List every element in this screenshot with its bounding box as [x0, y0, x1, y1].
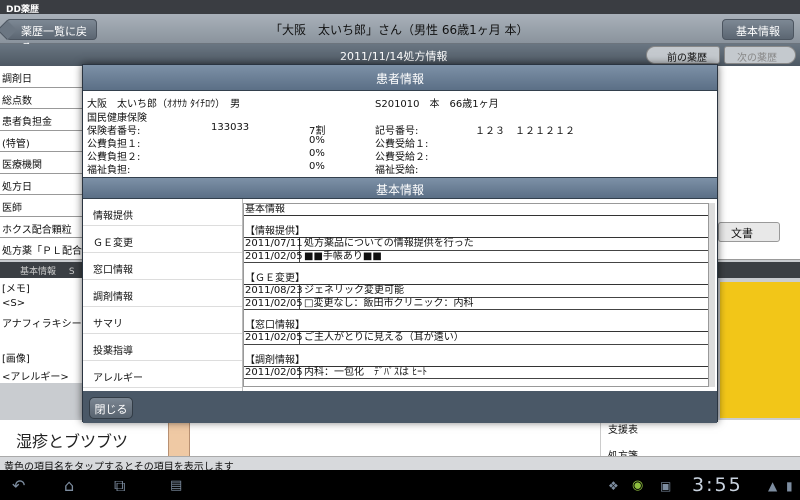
- bg-tab-s[interactable]: S: [69, 267, 75, 277]
- table-row: 2011/02/05 ■■手帳あり■■: [244, 250, 708, 263]
- basic-info-panel: 情報提供 ＧＥ変更 窓口情報 調剤情報 サマリ 投薬指導 アレルギー 基本情報 …: [83, 199, 717, 391]
- bg-row: (特管): [0, 130, 84, 152]
- public1-pct: 0%: [309, 135, 325, 146]
- background-field-list: 調剤日 総点数 患者負担金 (特管) 医療機関 処方日 医師 ホクス配合顆粒 処…: [0, 66, 84, 260]
- table-row: 2011/08/23 ジェネリック変更可能: [244, 285, 708, 298]
- battery-icon: ▮: [786, 479, 793, 493]
- recent-apps-icon[interactable]: ⧉: [114, 476, 125, 496]
- rash-note: 湿疹とブツブツ: [16, 432, 129, 451]
- back-icon[interactable]: ↶: [12, 476, 25, 495]
- welfare-recv: 福祉受給:: [375, 165, 419, 176]
- shopping-bag-icon: ▣: [660, 479, 672, 493]
- row-date: 2011/02/05: [245, 366, 303, 378]
- bg-row: 総点数: [0, 87, 84, 109]
- welfare-pct: 0%: [309, 161, 325, 172]
- row-date: 2011/02/05: [245, 332, 303, 344]
- usb-icon: ❖: [608, 479, 619, 493]
- table-row: 2011/07/11 処方薬品についての情報提供を行った: [244, 238, 708, 251]
- patient-info-dialog: 患者情報 大阪 太いち郎（ｵｵｻｶ ﾀｲﾁﾛｳ） 男 S201010 本 66歳…: [82, 64, 718, 423]
- symbol-value: １２３ １２１２１２: [475, 126, 575, 137]
- public2-pct: 0%: [309, 148, 325, 159]
- table-row: 2011/02/05 □変更なし：飯田市クリニック：内科: [244, 297, 708, 310]
- dialog-title: 患者情報: [83, 65, 717, 91]
- yellow-panel: [720, 282, 800, 418]
- patient-name: 大阪 太いち郎（ｵｵｻｶ ﾀｲﾁﾛｳ） 男: [87, 99, 241, 110]
- next-history-button[interactable]: 次の薬歴: [724, 46, 796, 64]
- previous-history-button[interactable]: 前の薬歴: [646, 46, 720, 64]
- prescription-subbar: 2011/11/14処方情報 前の薬歴 次の薬歴: [0, 44, 800, 66]
- category-dispensing-info[interactable]: 調剤情報: [83, 280, 242, 307]
- document-button[interactable]: 文書: [718, 222, 780, 242]
- bg-tab-basic[interactable]: 基本情報: [20, 267, 56, 277]
- clock: 3:55: [692, 474, 743, 496]
- row-text: 処方薬品についての情報提供を行った: [304, 238, 474, 249]
- category-counter-info[interactable]: 窓口情報: [83, 253, 242, 280]
- right-panel-item[interactable]: 支援表: [608, 421, 638, 436]
- bg-row: 医師: [0, 195, 84, 217]
- system-bar: ↶ ⌂ ⧉ ▤ ❖ ◉ ▣ 3:55 ▲ ▮: [0, 470, 800, 500]
- patient-id-info: S201010 本 66歳1ヶ月: [375, 99, 499, 110]
- background-memo-list: [メモ] <S> アナフィラキシー [画像] <アレルギー>: [0, 278, 84, 383]
- prescription-date-title: 2011/11/14処方情報: [340, 50, 448, 63]
- basic-info-document[interactable]: 基本情報 【情報提供】 2011/07/11 処方薬品についての情報提供を行った…: [243, 203, 709, 387]
- basic-info-section-title: 基本情報: [83, 177, 717, 199]
- list-item: [0, 331, 84, 349]
- status-bar: DD薬歴: [0, 0, 800, 15]
- bg-row: 患者負担金: [0, 109, 84, 131]
- category-info-provision[interactable]: 情報提供: [83, 199, 242, 226]
- table-row: 2011/02/05 ご主人がとりに見える（耳が遠い）: [244, 332, 708, 345]
- patient-title: 「大阪 太いち郎」さん（男性 66歳1ヶ月 本）: [270, 23, 529, 37]
- navigation-bar: 薬歴一覧に戻る 「大阪 太いち郎」さん（男性 66歳1ヶ月 本） 基本情報: [0, 14, 800, 54]
- patient-details: 大阪 太いち郎（ｵｵｻｶ ﾀｲﾁﾛｳ） 男 S201010 本 66歳1ヶ月 国…: [83, 91, 717, 177]
- basic-info-button[interactable]: 基本情報: [722, 19, 794, 40]
- close-button[interactable]: 閉じる: [89, 397, 133, 419]
- back-to-history-list-button[interactable]: 薬歴一覧に戻る: [6, 19, 97, 54]
- list-item: [メモ]: [2, 284, 30, 295]
- insurer-number: 133033: [211, 122, 250, 133]
- document-scrollbar[interactable]: [709, 203, 715, 387]
- row-date: 2011/02/05: [245, 250, 303, 262]
- row-text: 内科：一包化 ﾃﾞﾊﾟｽは ﾋｰﾄ: [304, 366, 428, 378]
- row-date: 2011/08/23: [245, 285, 303, 297]
- bg-row: ホクス配合顆粒: [0, 216, 84, 238]
- list-item: <S>: [2, 297, 26, 309]
- category-summary[interactable]: サマリ: [83, 307, 242, 334]
- table-row: 2011/02/05 内科：一包化 ﾃﾞﾊﾟｽは ﾋｰﾄ: [244, 366, 708, 379]
- dialog-footer: 閉じる: [83, 393, 717, 423]
- bg-row: 医療機関: [0, 152, 84, 174]
- row-text: □変更なし：飯田市クリニック：内科: [304, 297, 474, 309]
- doc-section-title: 【情報提供】: [244, 226, 708, 238]
- row-text: ジェネリック変更可能: [304, 285, 404, 296]
- category-allergy[interactable]: アレルギー: [83, 361, 242, 388]
- welfare-label: 福祉負担:: [87, 165, 131, 176]
- home-icon[interactable]: ⌂: [64, 476, 74, 495]
- list-item: <アレルギー>: [2, 371, 69, 383]
- bg-row: 処方薬「ＰＬ配合: [0, 238, 84, 260]
- doc-section-title: 【ＧＥ変更】: [244, 273, 708, 285]
- background-tab-bar-right: [716, 262, 800, 278]
- row-text: ご主人がとりに見える（耳が遠い）: [304, 332, 464, 343]
- android-icon: ◉: [632, 478, 644, 493]
- menu-icon[interactable]: ▤: [170, 478, 182, 493]
- hint-text: 黄色の項目名をタップするとその項目を表示します: [0, 456, 800, 473]
- doc-section-title: 【調剤情報】: [244, 355, 708, 367]
- doc-section-title: 【窓口情報】: [244, 320, 708, 332]
- list-item: [画像]: [2, 354, 30, 365]
- category-medication-guidance[interactable]: 投薬指導: [83, 334, 242, 361]
- info-category-list: 情報提供 ＧＥ変更 窓口情報 調剤情報 サマリ 投薬指導 アレルギー: [83, 199, 243, 391]
- row-date: 2011/07/11: [245, 238, 303, 250]
- row-text: ■■手帳あり■■: [304, 250, 382, 262]
- wifi-icon: ▲: [768, 479, 778, 493]
- image-strip: [168, 420, 190, 460]
- list-item: アナフィラキシー: [2, 319, 82, 330]
- bg-row: 調剤日: [0, 66, 84, 88]
- background-tab-bar: 基本情報 S: [0, 262, 84, 278]
- category-ge-change[interactable]: ＧＥ変更: [83, 226, 242, 253]
- bg-row: 処方日: [0, 173, 84, 195]
- doc-heading: 基本情報: [244, 204, 708, 216]
- row-date: 2011/02/05: [245, 297, 303, 309]
